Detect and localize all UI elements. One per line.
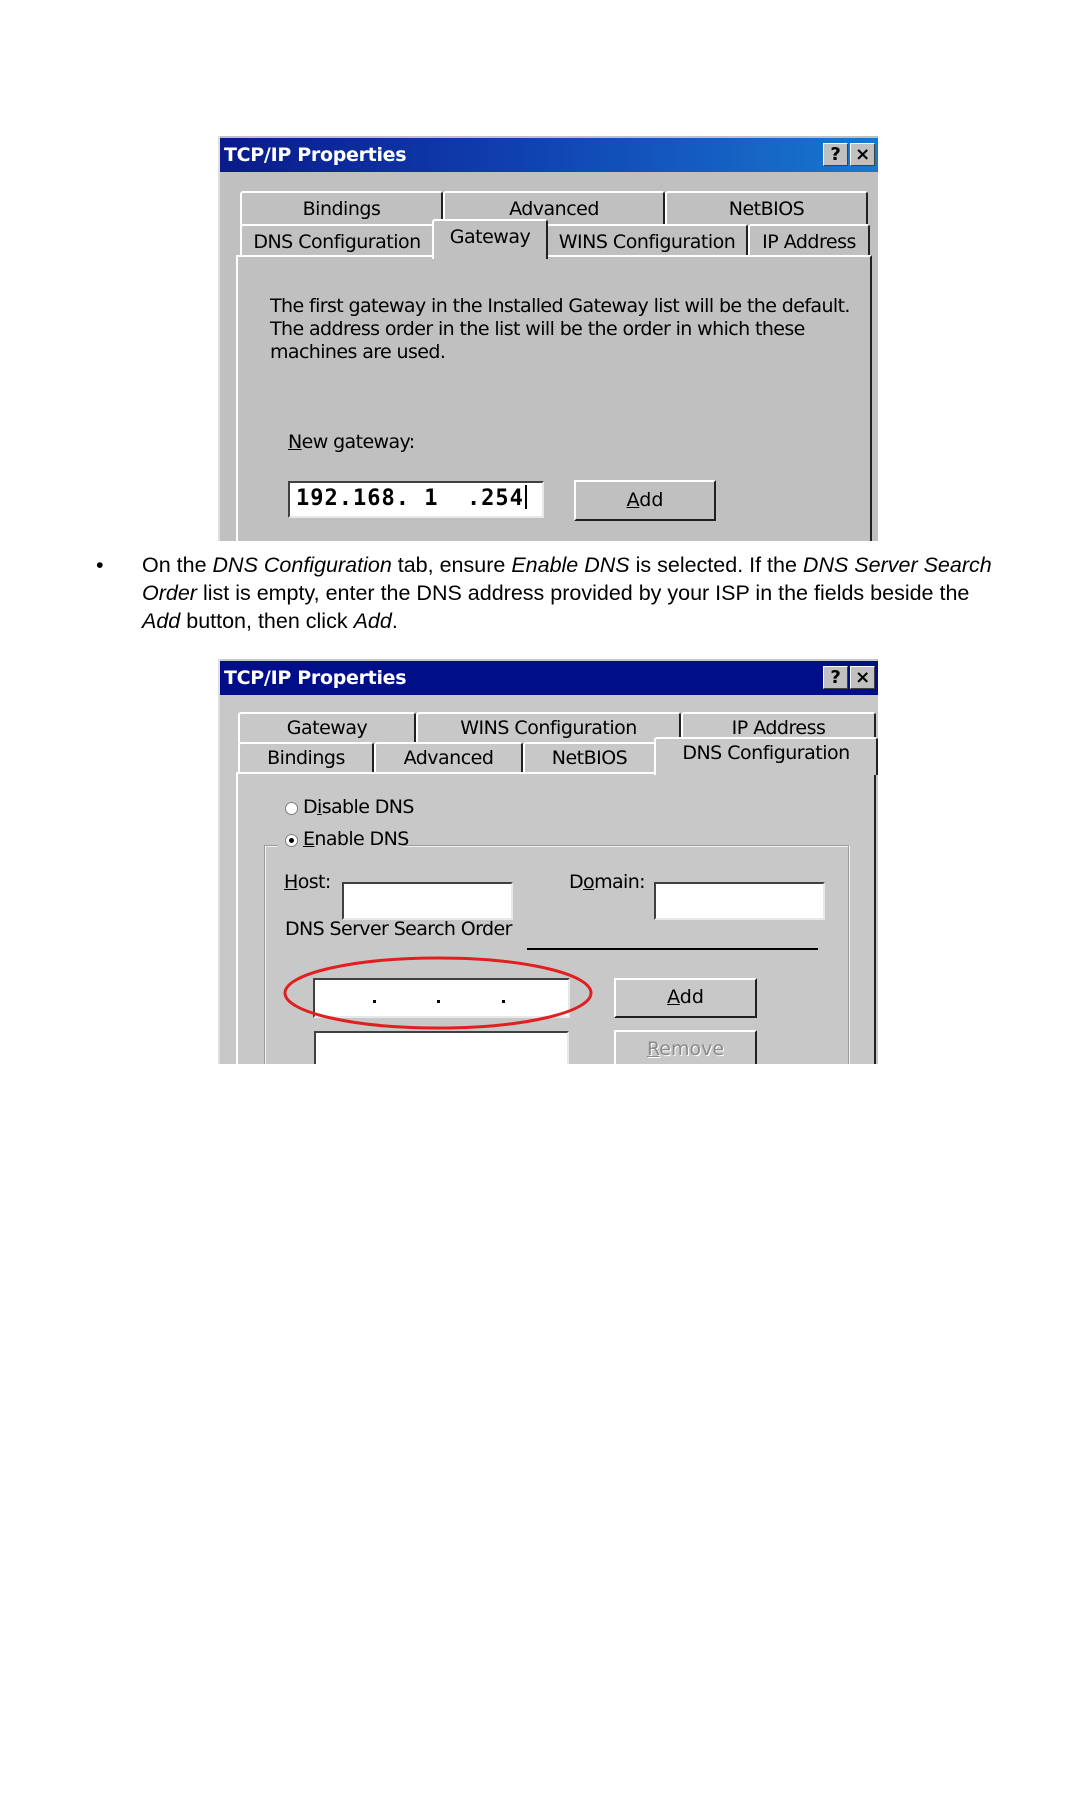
tab-gateway[interactable]: Gateway	[432, 219, 548, 259]
domain-input[interactable]	[654, 882, 825, 920]
close-button[interactable]: ×	[850, 143, 875, 166]
accelerator-key: H	[284, 871, 298, 893]
tab-ip-address[interactable]: IP Address	[748, 224, 870, 258]
tab-label: Bindings	[267, 747, 345, 769]
instruction-text-run: list is empty, enter the DNS address pro…	[196, 581, 970, 605]
description-line: The first gateway in the Installed Gatew…	[270, 295, 850, 317]
label-text: nable DNS	[314, 828, 409, 850]
tab-bindings[interactable]: Bindings	[240, 191, 443, 225]
accelerator-key: A	[626, 489, 640, 511]
separator-line	[527, 948, 818, 950]
tcpip-properties-dialog-dns: TCP/IP Properties ? × Gateway WINS Confi…	[218, 659, 878, 1064]
question-mark-icon: ?	[830, 144, 841, 165]
tab-label: IP Address	[762, 231, 856, 253]
dialog-title: TCP/IP Properties	[224, 667, 407, 689]
ip-octet-separator	[502, 1000, 505, 1003]
disable-dns-label[interactable]: Disable DNS	[303, 796, 414, 818]
host-input[interactable]	[342, 882, 513, 920]
enable-dns-radio[interactable]	[285, 834, 298, 847]
new-gateway-label: New gateway:	[288, 431, 415, 453]
accelerator-key: A	[667, 986, 680, 1008]
close-button[interactable]: ×	[850, 666, 875, 689]
accelerator-key: E	[303, 828, 315, 850]
tab-label: Advanced	[509, 198, 599, 220]
emphasized-term: Add	[353, 609, 392, 633]
instruction-text-run: .	[391, 609, 398, 633]
tcpip-properties-dialog-gateway: TCP/IP Properties ? × Bindings Advanced …	[218, 136, 878, 541]
label-text: ost:	[297, 871, 332, 893]
dns-server-ip-input[interactable]	[313, 978, 570, 1018]
instruction-text-run: tab, ensure	[391, 553, 512, 577]
ip-octet-separator	[373, 1000, 376, 1003]
add-dns-server-button[interactable]: Add	[614, 978, 757, 1018]
button-label: dd	[639, 489, 664, 511]
tab-label: IP Address	[731, 717, 826, 739]
bullet-icon: •	[96, 553, 104, 577]
tab-label: Gateway	[286, 717, 368, 739]
help-button[interactable]: ?	[823, 666, 848, 689]
gateway-description: The first gateway in the Installed Gatew…	[270, 295, 870, 364]
tab-label: Gateway	[449, 226, 531, 248]
remove-dns-server-button[interactable]: Remove	[614, 1030, 757, 1064]
instruction-text-run: On the	[142, 553, 213, 577]
instruction-text-run: is selected. If the	[629, 553, 803, 577]
instruction-text: On the DNS Configuration tab, ensure Ena…	[142, 551, 1012, 635]
button-label: dd	[679, 986, 704, 1008]
close-icon: ×	[855, 144, 870, 165]
tab-dns-configuration[interactable]: DNS Configuration	[654, 737, 878, 775]
tab-wins-configuration[interactable]: WINS Configuration	[416, 712, 681, 743]
tab-advanced[interactable]: Advanced	[374, 742, 523, 773]
new-gateway-ip-input[interactable]: 192.168. 1 .254	[288, 481, 544, 518]
emphasized-term: DNS Configuration	[212, 553, 392, 577]
tab-label: WINS Configuration	[460, 717, 637, 739]
help-button[interactable]: ?	[823, 143, 848, 166]
dns-server-search-order-list[interactable]	[314, 1031, 569, 1064]
title-bar: TCP/IP Properties ? ×	[220, 138, 878, 172]
label-text: ew gateway:	[301, 431, 416, 453]
label-text: D	[569, 871, 584, 893]
accelerator-key: o	[583, 871, 595, 893]
text-caret	[524, 485, 527, 509]
emphasized-term: Add	[142, 609, 181, 633]
dns-configuration-tab-panel: Disable DNS Enable DNS Host: Domain: DNS…	[236, 772, 876, 1064]
tab-netbios[interactable]: NetBIOS	[523, 742, 656, 773]
label-text: main:	[594, 871, 645, 893]
dialog-title: TCP/IP Properties	[224, 144, 407, 166]
tab-label: Bindings	[302, 198, 381, 220]
accelerator-key: N	[288, 431, 302, 453]
tab-label: Advanced	[403, 747, 494, 769]
accelerator-key: R	[646, 1038, 660, 1060]
question-mark-icon: ?	[830, 667, 841, 688]
description-line: machines are used.	[270, 341, 446, 363]
ip-value: 192.168. 1 .254	[296, 486, 524, 511]
enable-dns-label[interactable]: Enable DNS	[303, 828, 409, 850]
tab-label: NetBIOS	[728, 198, 805, 220]
tab-wins-configuration[interactable]: WINS Configuration	[546, 224, 748, 258]
label-text: D	[303, 796, 318, 818]
domain-label: Domain:	[569, 871, 646, 893]
disable-dns-radio[interactable]	[285, 802, 298, 815]
add-gateway-button[interactable]: Add	[574, 480, 716, 521]
tab-netbios[interactable]: NetBIOS	[665, 191, 868, 225]
tab-label: DNS Configuration	[253, 231, 421, 253]
gateway-tab-panel: The first gateway in the Installed Gatew…	[236, 255, 872, 541]
tab-bindings[interactable]: Bindings	[238, 742, 374, 773]
dns-search-order-label: DNS Server Search Order	[285, 918, 512, 940]
description-line: The address order in the list will be th…	[270, 318, 805, 340]
host-label: Host:	[284, 871, 331, 893]
button-label: emove	[659, 1038, 725, 1060]
tab-dns-configuration[interactable]: DNS Configuration	[240, 224, 434, 258]
tab-label: DNS Configuration	[682, 742, 850, 764]
close-icon: ×	[855, 667, 870, 688]
emphasized-term: Enable DNS	[511, 553, 630, 577]
instruction-text-run: button, then click	[180, 609, 354, 633]
tab-label: NetBIOS	[551, 747, 628, 769]
tab-label: WINS Configuration	[558, 231, 736, 253]
title-bar: TCP/IP Properties ? ×	[220, 661, 878, 695]
label-text: sable DNS	[321, 796, 415, 818]
tab-gateway[interactable]: Gateway	[238, 712, 416, 743]
ip-octet-separator	[437, 1000, 440, 1003]
